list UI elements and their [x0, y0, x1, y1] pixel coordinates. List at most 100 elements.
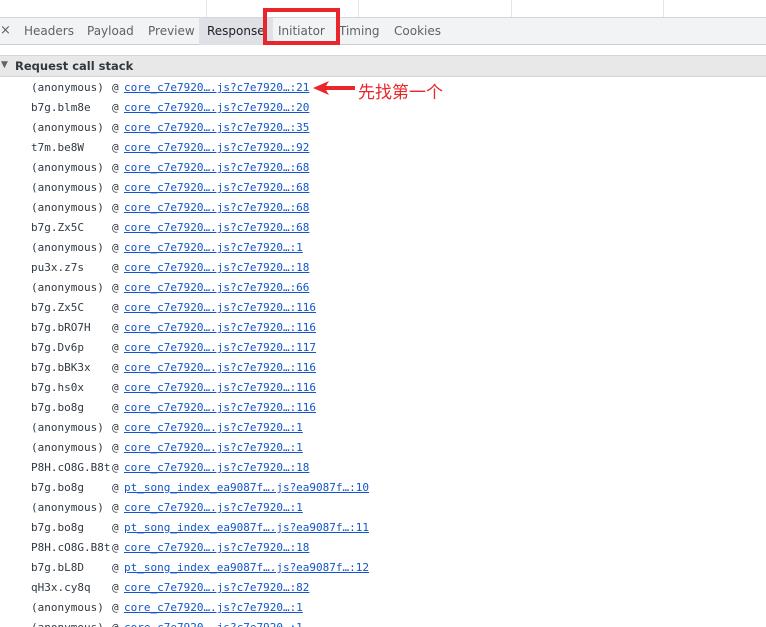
- tab-response[interactable]: Response: [199, 18, 273, 45]
- source-link[interactable]: core_c7e7920….js?c7e7920…:1: [124, 598, 303, 618]
- call-stack-row: (anonymous) @ core_c7e7920….js?c7e7920…:1: [0, 618, 766, 627]
- source-link[interactable]: core_c7e7920….js?c7e7920…:116: [124, 378, 316, 398]
- tab-timing[interactable]: Timing: [339, 18, 380, 45]
- tab-preview[interactable]: Preview: [148, 18, 195, 45]
- at-sign: @: [112, 421, 119, 434]
- at-sign: @: [112, 561, 119, 574]
- call-stack-row: (anonymous) @ core_c7e7920….js?c7e7920…:35: [0, 118, 766, 138]
- at-sign: @: [112, 281, 119, 294]
- at-sign: @: [112, 601, 119, 614]
- function-name: b7g.Zx5C: [31, 301, 84, 314]
- at-sign: @: [112, 101, 119, 114]
- function-name: (anonymous): [31, 281, 104, 294]
- call-stack-row: pu3x.z7s @ core_c7e7920….js?c7e7920…:18: [0, 258, 766, 278]
- call-stack-list: (anonymous) @ core_c7e7920….js?c7e7920…:21…: [0, 78, 766, 627]
- at-sign: @: [112, 401, 119, 414]
- at-sign: @: [112, 261, 119, 274]
- source-link[interactable]: core_c7e7920….js?c7e7920…:18: [124, 538, 309, 558]
- close-icon[interactable]: ×: [0, 23, 11, 39]
- red-arrow-icon: [313, 81, 355, 95]
- source-link[interactable]: core_c7e7920….js?c7e7920…:1: [124, 418, 303, 438]
- source-link[interactable]: core_c7e7920….js?c7e7920…:117: [124, 338, 316, 358]
- source-link[interactable]: core_c7e7920….js?c7e7920…:68: [124, 218, 309, 238]
- call-stack-row: t7m.be8W @ core_c7e7920….js?c7e7920…:92: [0, 138, 766, 158]
- initiator-highlight-box: [263, 8, 340, 45]
- source-link[interactable]: core_c7e7920….js?c7e7920…:20: [124, 98, 309, 118]
- column-divider: [358, 0, 359, 17]
- call-stack-row: b7g.bo8g @ core_c7e7920….js?c7e7920…:116: [0, 398, 766, 418]
- function-name: pu3x.z7s: [31, 261, 84, 274]
- source-link[interactable]: core_c7e7920….js?c7e7920…:116: [124, 298, 316, 318]
- function-name: b7g.bRO7H: [31, 321, 91, 334]
- function-name: (anonymous): [31, 601, 104, 614]
- call-stack-row: b7g.Dv6p @ core_c7e7920….js?c7e7920…:117: [0, 338, 766, 358]
- at-sign: @: [112, 201, 119, 214]
- at-sign: @: [112, 141, 119, 154]
- function-name: b7g.bo8g: [31, 521, 84, 534]
- call-stack-row: b7g.Zx5C @ core_c7e7920….js?c7e7920…:68: [0, 218, 766, 238]
- source-link[interactable]: core_c7e7920….js?c7e7920…:66: [124, 278, 309, 298]
- function-name: (anonymous): [31, 161, 104, 174]
- source-link[interactable]: core_c7e7920….js?c7e7920…:68: [124, 198, 309, 218]
- at-sign: @: [112, 321, 119, 334]
- source-link[interactable]: core_c7e7920….js?c7e7920…:35: [124, 118, 309, 138]
- call-stack-row: b7g.bRO7H @ core_c7e7920….js?c7e7920…:116: [0, 318, 766, 338]
- source-link[interactable]: core_c7e7920….js?c7e7920…:18: [124, 458, 309, 478]
- source-link[interactable]: core_c7e7920….js?c7e7920…:1: [124, 618, 303, 627]
- function-name: (anonymous): [31, 421, 104, 434]
- call-stack-row: (anonymous) @ core_c7e7920….js?c7e7920…:68: [0, 178, 766, 198]
- source-link[interactable]: core_c7e7920….js?c7e7920…:18: [124, 258, 309, 278]
- function-name: P8H.cO8G.B8t: [31, 541, 111, 554]
- function-name: b7g.bo8g: [31, 401, 84, 414]
- function-name: t7m.be8W: [31, 141, 84, 154]
- at-sign: @: [112, 381, 119, 394]
- tab-payload[interactable]: Payload: [87, 18, 134, 45]
- source-link[interactable]: core_c7e7920….js?c7e7920…:21: [124, 78, 309, 98]
- request-call-stack-header[interactable]: ▼ Request call stack: [0, 55, 766, 77]
- call-stack-row: (anonymous) @ core_c7e7920….js?c7e7920…:1: [0, 238, 766, 258]
- at-sign: @: [112, 81, 119, 94]
- call-stack-row: b7g.hs0x @ core_c7e7920….js?c7e7920…:116: [0, 378, 766, 398]
- at-sign: @: [112, 581, 119, 594]
- annotation-text: 先找第一个: [358, 83, 443, 103]
- source-link[interactable]: core_c7e7920….js?c7e7920…:92: [124, 138, 309, 158]
- source-link[interactable]: core_c7e7920….js?c7e7920…:82: [124, 578, 309, 598]
- function-name: P8H.cO8G.B8t: [31, 461, 111, 474]
- function-name: (anonymous): [31, 181, 104, 194]
- call-stack-row: P8H.cO8G.B8t @ core_c7e7920….js?c7e7920…:1…: [0, 538, 766, 558]
- at-sign: @: [112, 501, 119, 514]
- call-stack-row: (anonymous) @ core_c7e7920….js?c7e7920…:1: [0, 498, 766, 518]
- function-name: (anonymous): [31, 618, 104, 627]
- source-link[interactable]: core_c7e7920….js?c7e7920…:1: [124, 438, 303, 458]
- function-name: (anonymous): [31, 241, 104, 254]
- call-stack-row: (anonymous) @ core_c7e7920….js?c7e7920…:1: [0, 598, 766, 618]
- function-name: b7g.bL8D: [31, 561, 84, 574]
- call-stack-row: P8H.cO8G.B8t @ core_c7e7920….js?c7e7920…:1…: [0, 458, 766, 478]
- source-link[interactable]: core_c7e7920….js?c7e7920…:116: [124, 398, 316, 418]
- at-sign: @: [112, 241, 119, 254]
- source-link[interactable]: core_c7e7920….js?c7e7920…:1: [124, 498, 303, 518]
- call-stack-row: b7g.bL8D @ pt_song_index_ea9087f….js?ea908…: [0, 558, 766, 578]
- source-link[interactable]: pt_song_index_ea9087f….js?ea9087f…:12: [124, 558, 369, 578]
- at-sign: @: [112, 441, 119, 454]
- tab-cookies[interactable]: Cookies: [394, 18, 441, 45]
- call-stack-row: b7g.bo8g @ pt_song_index_ea9087f….js?ea908…: [0, 478, 766, 498]
- source-link[interactable]: core_c7e7920….js?c7e7920…:116: [124, 318, 316, 338]
- source-link[interactable]: core_c7e7920….js?c7e7920…:68: [124, 158, 309, 178]
- source-link[interactable]: pt_song_index_ea9087f….js?ea9087f…:10: [124, 478, 369, 498]
- source-link[interactable]: core_c7e7920….js?c7e7920…:1: [124, 238, 303, 258]
- column-divider: [206, 0, 207, 17]
- call-stack-row: qH3x.cy8q @ core_c7e7920….js?c7e7920…:82: [0, 578, 766, 598]
- column-divider: [663, 0, 664, 17]
- function-name: (anonymous): [31, 201, 104, 214]
- source-link[interactable]: pt_song_index_ea9087f….js?ea9087f…:11: [124, 518, 369, 538]
- function-name: (anonymous): [31, 121, 104, 134]
- source-link[interactable]: core_c7e7920….js?c7e7920…:68: [124, 178, 309, 198]
- source-link[interactable]: core_c7e7920….js?c7e7920…:116: [124, 358, 316, 378]
- call-stack-row: b7g.bBK3x @ core_c7e7920….js?c7e7920…:116: [0, 358, 766, 378]
- at-sign: @: [112, 121, 119, 134]
- tab-headers[interactable]: Headers: [24, 18, 74, 45]
- expand-triangle-icon[interactable]: ▼: [1, 60, 8, 70]
- function-name: (anonymous): [31, 441, 104, 454]
- at-sign: @: [112, 481, 119, 494]
